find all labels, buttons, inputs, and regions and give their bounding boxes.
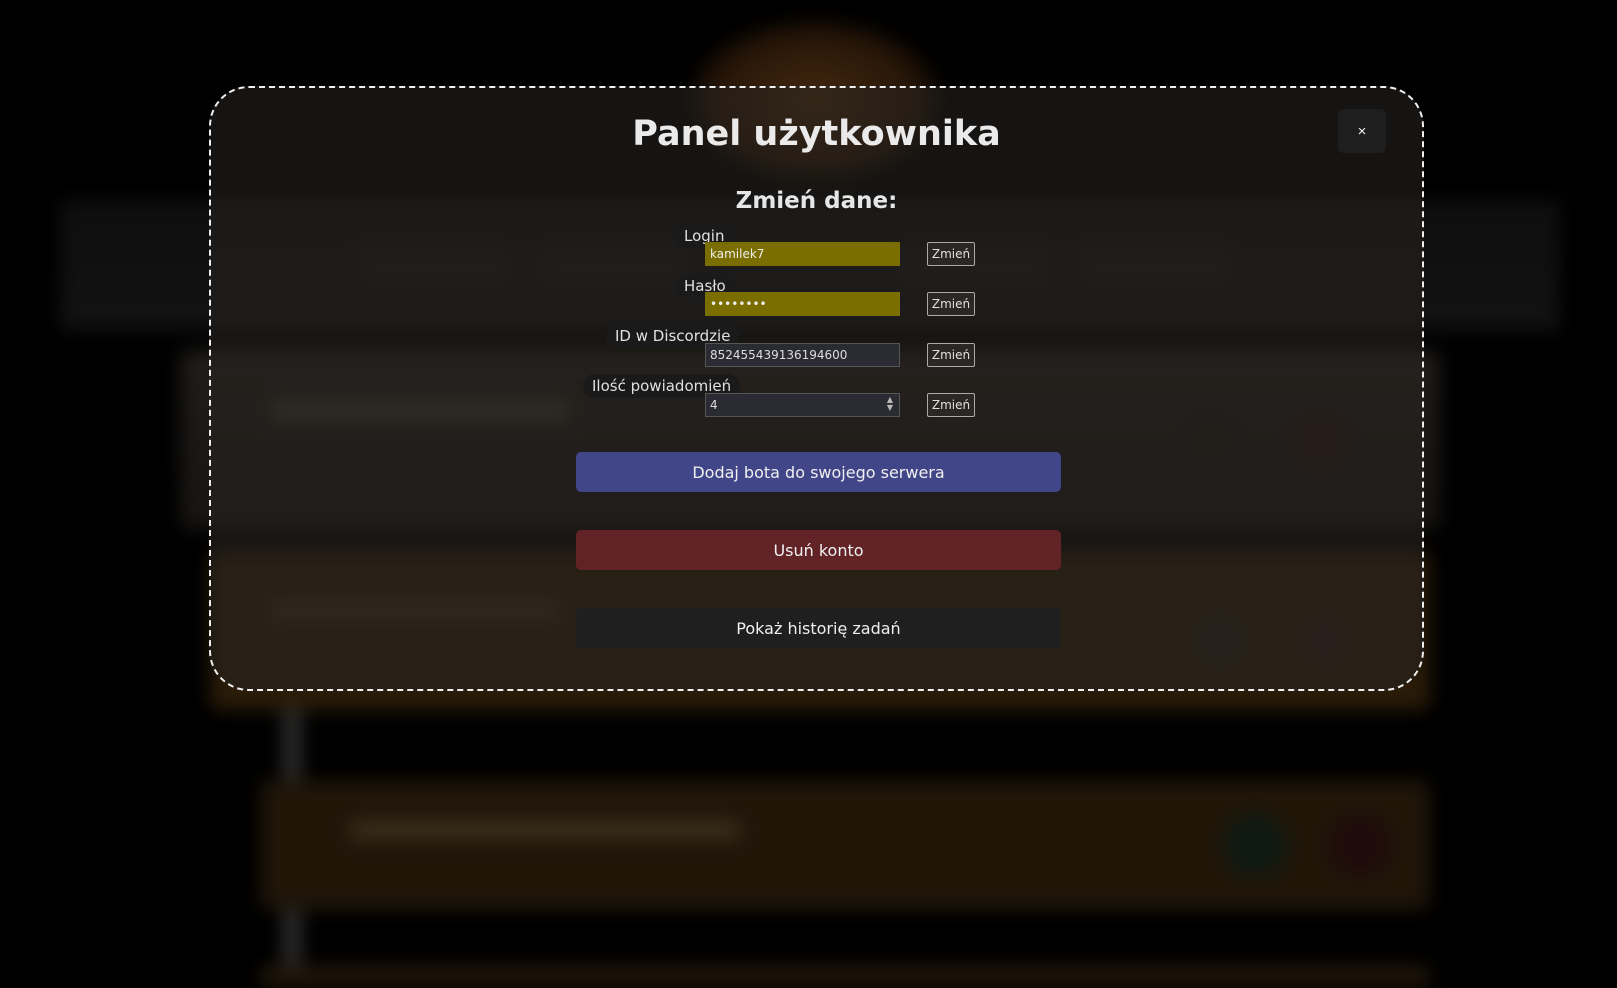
change-login-button[interactable]: Zmień: [927, 242, 975, 266]
discord-id-input[interactable]: [705, 343, 900, 367]
section-title: Zmień dane:: [735, 188, 898, 214]
add-bot-button[interactable]: Dodaj bota do swojego serwera: [576, 452, 1061, 492]
modal-title: Panel użytkownika: [632, 114, 1001, 154]
number-spinner-icon[interactable]: ▲ ▼: [887, 396, 893, 412]
password-input[interactable]: [705, 292, 900, 316]
notification-count-input[interactable]: [705, 393, 900, 417]
login-input[interactable]: [705, 242, 900, 266]
change-password-button[interactable]: Zmień: [927, 292, 975, 316]
notification-count-field: ▲▼: [705, 393, 900, 417]
show-history-button[interactable]: Pokaż historię zadań: [576, 608, 1061, 648]
close-icon: ×: [1357, 123, 1367, 140]
delete-account-button[interactable]: Usuń konto: [576, 530, 1061, 570]
close-button[interactable]: ×: [1338, 109, 1386, 153]
change-notification-count-button[interactable]: Zmień: [927, 393, 975, 417]
change-discord-id-button[interactable]: Zmień: [927, 343, 975, 367]
user-panel-modal: Panel użytkownika × Zmień dane: Login Zm…: [209, 86, 1424, 691]
